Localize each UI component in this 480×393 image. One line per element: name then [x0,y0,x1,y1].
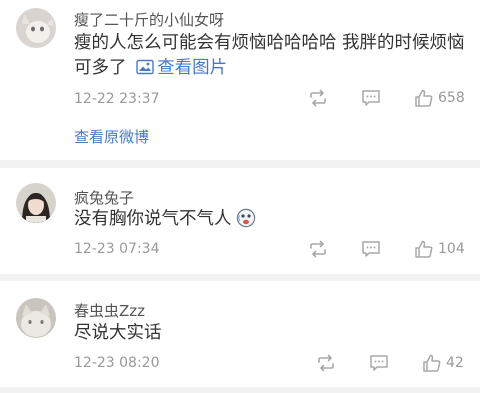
divider [0,387,480,393]
username[interactable]: 疯兔兔子 [74,187,134,208]
comment-item: 疯兔兔子 没有胸你说气不气人 12-23 07:34 104 [0,168,480,274]
view-image-label: 查看图片 [157,58,228,78]
comment-button[interactable] [369,354,389,372]
like-button[interactable]: 42 [422,353,464,373]
repost-button[interactable] [308,240,328,258]
like-count: 104 [438,241,465,257]
comment-time: 12-22 23:37 [74,91,160,107]
repost-button[interactable] [308,89,328,107]
like-button[interactable]: 104 [414,239,465,259]
repost-icon [310,89,326,107]
comment-time: 12-23 07:34 [74,241,160,257]
view-image-link[interactable]: 查看图片 [136,58,227,78]
avatar[interactable] [16,8,56,48]
view-original-weibo-link[interactable]: 查看原微博 [74,126,149,147]
username[interactable]: 瘦了二十斤的小仙女呀 [74,9,224,30]
like-button[interactable]: 658 [414,88,465,108]
divider [0,274,480,281]
like-count: 658 [438,90,465,106]
divider [0,160,480,168]
repost-button[interactable] [316,354,336,372]
comment-text: 尽说大实话 [74,323,162,343]
avatar[interactable] [16,183,56,223]
comment-item: 瘦了二十斤的小仙女呀 瘦的人怎么可能会有烦恼哈哈哈哈 我胖的时候烦恼可多了 查看… [0,0,480,160]
like-count: 42 [446,355,464,371]
like-icon [423,354,441,372]
like-icon [415,240,433,258]
comment-text-body: 没有胸你说气不气人 [74,209,232,229]
comment-text: 没有胸你说气不气人 [74,207,470,232]
comment-button[interactable] [361,89,381,107]
username[interactable]: 春虫虫Zzz [74,300,145,321]
comment-time: 12-23 08:20 [74,355,160,371]
comment-button[interactable] [361,240,381,258]
comment-text: 瘦的人怎么可能会有烦恼哈哈哈哈 我胖的时候烦恼可多了 查看图片 [74,31,470,81]
comment-icon [362,241,380,257]
comment-item: 春虫虫Zzz 尽说大实话 12-23 08:20 42 [0,281,480,387]
emoji-icon [236,208,255,228]
repost-icon [318,354,334,372]
avatar[interactable] [16,298,56,338]
repost-icon [310,240,326,258]
like-icon [415,89,433,107]
comment-icon [362,90,380,106]
image-icon [136,59,154,75]
comment-text-body: 瘦的人怎么可能会有烦恼哈哈哈哈 我胖的时候烦恼可多了 [74,33,465,78]
comment-icon [370,355,388,371]
